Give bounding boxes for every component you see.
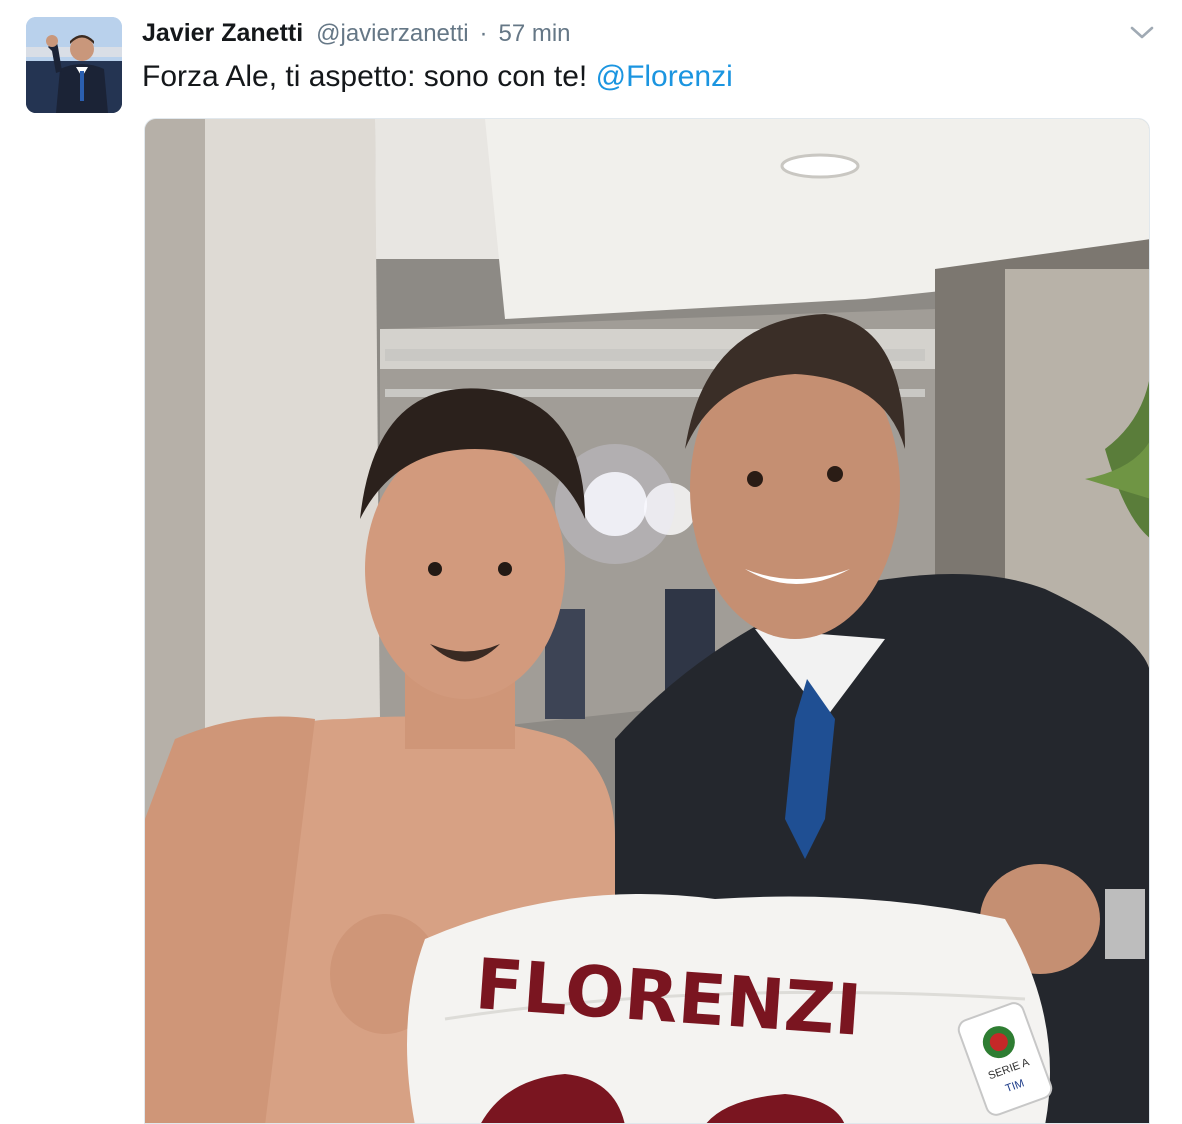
chevron-down-icon[interactable] [1128, 18, 1156, 46]
separator-dot: · [479, 20, 488, 47]
photo-image: FLORENZI SERIE A TIM [145, 119, 1149, 1123]
tweet-text: Forza Ale, ti aspetto: sono con te! @Flo… [142, 58, 733, 96]
mention-link[interactable]: @Florenzi [596, 60, 733, 93]
avatar-image [26, 17, 122, 113]
author-handle[interactable]: @javierzanetti [316, 20, 468, 47]
tweet-text-body: Forza Ale, ti aspetto: sono con te! [142, 60, 588, 93]
tweet-timestamp[interactable]: 57 min [498, 20, 570, 47]
tweet-header: Javier Zanetti @javierzanetti · 57 min [142, 18, 571, 48]
avatar[interactable] [26, 17, 122, 113]
tweet-photo[interactable]: FLORENZI SERIE A TIM [144, 118, 1150, 1124]
tweet: Javier Zanetti @javierzanetti · 57 min F… [0, 0, 1182, 1124]
author-name[interactable]: Javier Zanetti [142, 19, 303, 47]
